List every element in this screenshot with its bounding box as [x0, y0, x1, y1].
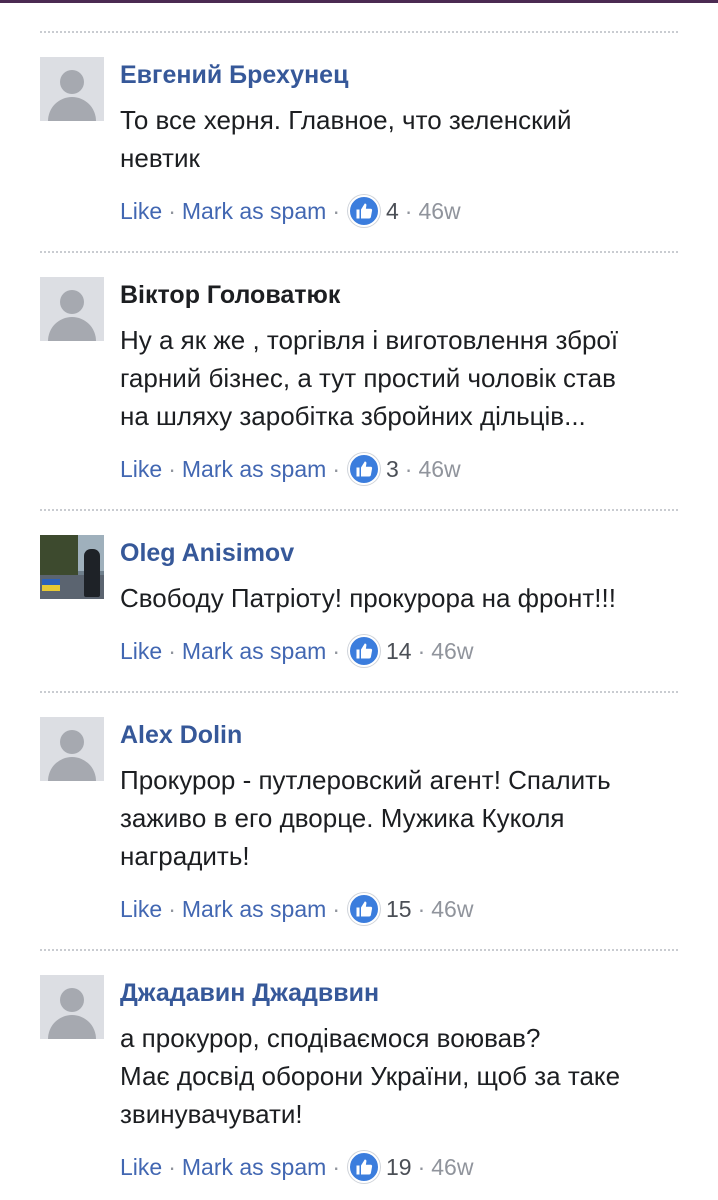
default-avatar-icon[interactable]: [40, 975, 104, 1039]
default-avatar-icon[interactable]: [40, 717, 104, 781]
separator-dot: ·: [417, 637, 426, 664]
comment-actions: Like · Mark as spam · 3 · 46w: [120, 453, 461, 485]
comment-author[interactable]: Евгений Брехунец: [120, 61, 348, 90]
separator-dot: ·: [404, 197, 413, 224]
comment-actions: Like · Mark as spam · 19 · 46w: [120, 1151, 473, 1183]
separator-dot: ·: [332, 197, 340, 224]
comment-text-line: Свободу Патріоту! прокурора на фронт!!!: [120, 583, 616, 613]
mark-as-spam-link[interactable]: Mark as spam: [182, 456, 326, 483]
separator-dot: ·: [168, 455, 176, 482]
comment-timestamp[interactable]: 46w: [418, 198, 460, 225]
comment-text: Прокурор - путлеровский агент! Спалить з…: [120, 761, 680, 875]
separator-dot: ·: [417, 895, 426, 922]
comment-text: Свободу Патріоту! прокурора на фронт!!!: [120, 579, 680, 617]
comment-text-line: заживо в его дворце. Мужика Куколя: [120, 803, 565, 833]
comment-text: а прокурор, сподіваємося воював? Має дос…: [120, 1019, 680, 1133]
photo-avatar[interactable]: [40, 535, 104, 599]
thumbs-up-icon[interactable]: [347, 453, 380, 485]
divider: [40, 31, 678, 33]
divider: [40, 691, 678, 693]
separator-dot: ·: [168, 1153, 176, 1180]
like-link[interactable]: Like: [120, 896, 162, 923]
comment-text-line: звинувачувати!: [120, 1099, 303, 1129]
separator-dot: ·: [168, 637, 176, 664]
separator-dot: ·: [168, 197, 176, 224]
default-avatar-icon[interactable]: [40, 277, 104, 341]
comment: Віктор Головатюк Ну а як же , торгівля і…: [40, 251, 678, 509]
comment-actions: Like · Mark as spam · 4 · 46w: [120, 195, 461, 227]
comment-timestamp[interactable]: 46w: [431, 896, 473, 923]
thumbs-up-icon[interactable]: [347, 195, 380, 227]
like-count: 19: [385, 1153, 412, 1180]
comment-timestamp[interactable]: 46w: [431, 638, 473, 665]
comment-text: Ну а як же , торгівля і виготовлення збр…: [120, 321, 680, 435]
like-link[interactable]: Like: [120, 456, 162, 483]
comment: Oleg Anisimov Свободу Патріоту! прокурор…: [40, 509, 678, 691]
comment-text-line: а прокурор, сподіваємося воював?: [120, 1023, 541, 1053]
mark-as-spam-link[interactable]: Mark as spam: [182, 638, 326, 665]
comment: Alex Dolin Прокурор - путлеровский агент…: [40, 691, 678, 949]
divider: [40, 949, 678, 951]
mark-as-spam-link[interactable]: Mark as spam: [182, 896, 326, 923]
thumbs-up-icon[interactable]: [347, 635, 380, 667]
comment-text-line: Має досвід оборони України, щоб за таке: [120, 1061, 621, 1091]
thumbs-up-icon[interactable]: [347, 1151, 380, 1183]
comment-text-line: Ну а як же , торгівля і виготовлення збр…: [120, 325, 619, 355]
mark-as-spam-link[interactable]: Mark as spam: [182, 198, 326, 225]
like-link[interactable]: Like: [120, 198, 162, 225]
divider: [40, 251, 678, 253]
separator-dot: ·: [332, 1153, 340, 1180]
comment-author: Віктор Головатюк: [120, 281, 341, 309]
separator-dot: ·: [332, 455, 340, 482]
comment-text-line: То все херня. Главное, что зеленский: [120, 105, 572, 135]
separator-dot: ·: [168, 895, 176, 922]
like-count: 4: [385, 197, 399, 224]
mark-as-spam-link[interactable]: Mark as spam: [182, 1154, 326, 1181]
comment: Джадавин Джадввин а прокурор, сподіваємо…: [40, 949, 678, 1200]
comment-text-line: невтик: [120, 143, 200, 173]
comment-text-line: Прокурор - путлеровский агент! Спалить: [120, 765, 611, 795]
comment-actions: Like · Mark as spam · 14 · 46w: [120, 635, 473, 667]
comment-author[interactable]: Джадавин Джадввин: [120, 979, 379, 1008]
separator-dot: ·: [417, 1153, 426, 1180]
top-border: [0, 0, 718, 3]
comment-text-line: гарний бізнес, а тут простий чоловік ста…: [120, 363, 616, 393]
comment-actions: Like · Mark as spam · 15 · 46w: [120, 893, 473, 925]
comment-timestamp[interactable]: 46w: [418, 456, 460, 483]
separator-dot: ·: [332, 637, 340, 664]
comment-author[interactable]: Oleg Anisimov: [120, 539, 294, 568]
separator-dot: ·: [332, 895, 340, 922]
comment-text-line: наградить!: [120, 841, 250, 871]
separator-dot: ·: [404, 455, 413, 482]
like-count: 14: [385, 637, 412, 664]
like-count: 15: [385, 895, 412, 922]
divider: [40, 509, 678, 511]
comment-text-line: на шляху заробітка збройних дільців...: [120, 401, 586, 431]
like-link[interactable]: Like: [120, 638, 162, 665]
default-avatar-icon[interactable]: [40, 57, 104, 121]
comment: Евгений Брехунец То все херня. Главное, …: [40, 31, 678, 251]
like-count: 3: [385, 455, 399, 482]
comment-timestamp[interactable]: 46w: [431, 1154, 473, 1181]
thumbs-up-icon[interactable]: [347, 893, 380, 925]
like-link[interactable]: Like: [120, 1154, 162, 1181]
comment-text: То все херня. Главное, что зеленский нев…: [120, 101, 680, 177]
comment-author[interactable]: Alex Dolin: [120, 721, 242, 750]
